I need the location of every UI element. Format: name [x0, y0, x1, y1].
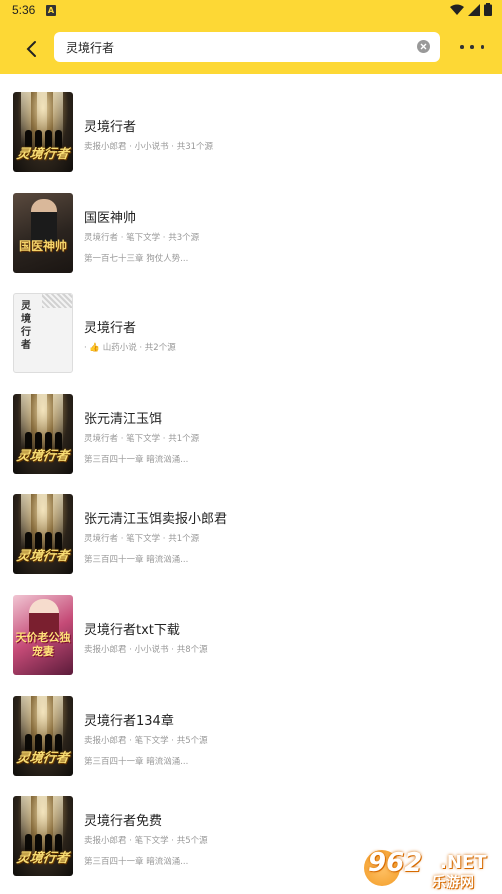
watermark-number: 962 — [368, 848, 423, 878]
book-meta: 卖报小郎君 · 小小说书 · 共31个源 — [84, 142, 214, 152]
notification-icon: A — [46, 5, 56, 16]
book-meta: · 👍 山药小说 · 共2个源 — [84, 343, 176, 354]
book-title: 灵境行者 — [84, 321, 137, 337]
search-box[interactable] — [54, 32, 440, 62]
book-title: 张元清江玉饵卖报小郎君 — [84, 512, 228, 528]
book-cover: 灵境行者 — [13, 695, 73, 776]
result-item[interactable]: 灵境行者 张元清江玉饵灵境行者 · 笔下文学 · 共1个源 第三百四十一章 暗流汹涌… — [0, 382, 502, 483]
search-input[interactable] — [66, 32, 406, 62]
status-bar: 5:36 A — [0, 0, 502, 22]
book-title: 灵境行者txt下载 — [84, 622, 180, 638]
more-dot-icon — [460, 45, 464, 49]
result-item[interactable]: 灵境行者 灵境行者 · 👍 山药小说 · 共2个源 — [0, 281, 502, 382]
watermark-site: 乐游网 — [432, 875, 474, 891]
book-cover: 天价老公独宠妻 — [13, 594, 73, 675]
result-item[interactable]: 灵境行者 张元清江玉饵卖报小郎君灵境行者 · 笔下文学 · 共1个源 第三百四十一章… — [0, 482, 502, 583]
book-title: 灵境行者134章 — [84, 713, 174, 729]
cover-title: 天价老公独宠妻 — [15, 630, 71, 658]
more-dot-icon — [470, 45, 474, 49]
book-cover: 灵境行者 — [13, 796, 73, 877]
latest-chapter: 第三百四十一章 暗流汹涌... — [84, 454, 189, 465]
watermark-suffix: .NET — [440, 852, 487, 873]
cover-title: 灵境行者 — [15, 851, 70, 867]
site-watermark: 962 .NET 乐游网 — [360, 846, 494, 891]
status-icons — [450, 3, 492, 16]
book-cover: 灵境行者 — [13, 92, 73, 172]
book-meta: 卖报小郎君 · 笔下文学 · 共5个源 — [84, 836, 208, 847]
latest-chapter: 第三百四十一章 暗流汹涌... — [84, 555, 189, 566]
cover-title: 灵境行者 — [15, 549, 70, 565]
book-title: 张元清江玉饵 — [84, 411, 163, 427]
book-cover: 国医神帅 — [13, 192, 73, 273]
book-meta: 卖报小郎君 · 小小说书 · 共8个源 — [84, 644, 208, 655]
latest-chapter: 第一百七十三章 狗仗人势... — [84, 253, 189, 264]
cover-title: 灵境行者 — [21, 301, 31, 352]
book-cover: 灵境行者 — [13, 393, 73, 474]
book-cover: 灵境行者 — [13, 293, 73, 374]
book-meta: 灵境行者 · 笔下文学 · 共1个源 — [84, 433, 200, 444]
cover-title: 灵境行者 — [15, 750, 70, 766]
book-title: 灵境行者 — [84, 120, 137, 135]
latest-chapter: 第三百四十一章 暗流汹涌... — [84, 756, 189, 767]
book-title: 国医神帅 — [84, 210, 137, 226]
latest-chapter: 第三百四十一章 暗流汹涌... — [84, 857, 189, 868]
book-meta: 灵境行者 · 笔下文学 · 共3个源 — [84, 232, 200, 243]
status-time: 5:36 — [12, 3, 36, 17]
result-item[interactable]: 国医神帅 国医神帅 灵境行者 · 笔下文学 · 共3个源 第一百七十三章 狗仗人势..… — [0, 181, 502, 282]
result-item[interactable]: 天价老公独宠妻 灵境行者txt下载卖报小郎君 · 小小说书 · 共8个源 — [0, 583, 502, 684]
book-cover: 灵境行者 — [13, 494, 73, 575]
book-title: 灵境行者免费 — [84, 814, 163, 830]
result-item[interactable]: 灵境行者 灵境行者134章卖报小郎君 · 笔下文学 · 共5个源 第三百四十一章 暗… — [0, 684, 502, 785]
cover-title: 国医神帅 — [18, 238, 67, 253]
wifi-icon — [450, 4, 464, 15]
book-meta: 灵境行者 · 笔下文学 · 共1个源 — [84, 534, 200, 545]
book-meta: 卖报小郎君 · 笔下文学 · 共5个源 — [84, 735, 208, 746]
clear-icon[interactable] — [417, 40, 430, 53]
battery-icon — [484, 3, 492, 16]
back-button[interactable] — [18, 36, 44, 62]
cover-title: 灵境行者 — [15, 147, 70, 162]
signal-icon — [468, 3, 480, 16]
search-toolbar — [0, 22, 502, 74]
more-dot-icon — [480, 45, 484, 49]
result-item[interactable]: 灵境行者 灵境行者 卖报小郎君 · 小小说书 · 共31个源 — [0, 80, 502, 181]
search-results-list: 灵境行者 灵境行者 卖报小郎君 · 小小说书 · 共31个源 国医神帅 国医神帅 灵境行者… — [0, 80, 502, 885]
cover-title: 灵境行者 — [15, 448, 70, 464]
arrow-left-icon — [26, 41, 36, 57]
more-options-button[interactable] — [460, 38, 484, 56]
